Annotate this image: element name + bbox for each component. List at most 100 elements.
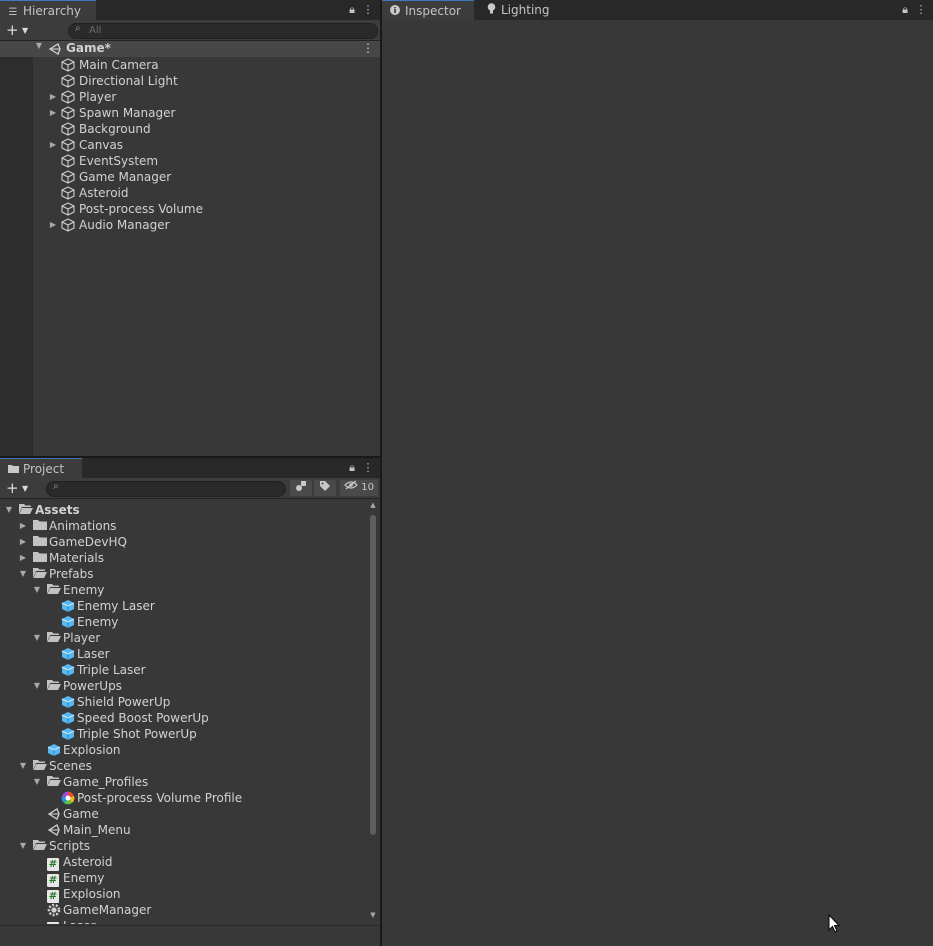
project-item-label: Animations [49, 519, 117, 533]
project-tree-item[interactable]: ▼ Scripts [0, 838, 366, 854]
gameobject-cube-icon [61, 58, 75, 72]
hierarchy-item[interactable]: EventSystem [0, 153, 380, 169]
collapse-arrow-icon[interactable]: ▼ [32, 774, 42, 790]
hierarchy-item[interactable]: ▶ Canvas [0, 137, 380, 153]
project-tree-item[interactable]: Shield PowerUp [0, 694, 366, 710]
expand-arrow-icon[interactable]: ▶ [48, 89, 58, 105]
project-tree-item[interactable]: ▶ Animations [0, 518, 366, 534]
project-item-label: Prefabs [49, 567, 94, 581]
folder-open-icon [47, 631, 61, 645]
project-tree-item[interactable]: # Explosion [0, 886, 366, 903]
hierarchy-item[interactable]: Main Camera [0, 57, 380, 73]
project-tree-item[interactable]: Triple Laser [0, 662, 366, 678]
folder-icon [33, 535, 47, 549]
project-item-label: Asteroid [63, 855, 113, 869]
prefab-cube-icon [47, 743, 61, 757]
tab-hierarchy[interactable]: ☰ Hierarchy [0, 0, 96, 20]
collapse-arrow-icon[interactable]: ▼ [18, 566, 28, 582]
hierarchy-item[interactable]: Post-process Volume [0, 201, 380, 217]
hierarchy-item[interactable]: ▶ Spawn Manager [0, 105, 380, 121]
csharp-script-icon: # [47, 858, 59, 871]
hierarchy-item[interactable]: ▶ Player [0, 89, 380, 105]
prefab-cube-icon [61, 647, 75, 661]
hierarchy-item[interactable]: ▶ Audio Manager [0, 217, 380, 233]
prefab-cube-icon [61, 695, 75, 709]
expand-arrow-icon[interactable]: ▶ [18, 550, 28, 566]
project-tree-item[interactable]: ▼ Player [0, 630, 366, 646]
hierarchy-tab-actions: 🔒︎ ⋮ [344, 0, 376, 20]
project-tree-item[interactable]: ▼ Assets [0, 502, 366, 518]
project-tree-item[interactable]: ▶ GameDevHQ [0, 534, 366, 550]
hierarchy-item-label: Main Camera [79, 58, 159, 72]
tab-lighting[interactable]: Lighting [478, 0, 558, 20]
prefab-cube-icon [61, 599, 75, 613]
hierarchy-panel: ☰ Hierarchy 🔒︎ ⋮ + ▼ ⌕ All ▼ Game* ⋮ Main C… [0, 0, 380, 456]
project-tree-item[interactable]: ▼ Game_Profiles [0, 774, 366, 790]
lock-icon[interactable]: 🔒︎ [897, 0, 913, 20]
folder-open-icon [33, 759, 47, 773]
project-tree-item[interactable]: # Enemy [0, 870, 366, 887]
scrollbar-thumb[interactable] [370, 515, 376, 835]
expand-arrow-icon[interactable]: ▶ [48, 137, 58, 153]
project-tree-item[interactable]: Triple Shot PowerUp [0, 726, 366, 742]
project-item-label: Laser [77, 647, 110, 661]
expand-arrow-icon[interactable]: ▼ [34, 41, 44, 50]
folder-open-icon [47, 583, 61, 597]
kebab-menu-icon[interactable]: ⋮ [360, 0, 376, 20]
expand-arrow-icon[interactable]: ▶ [48, 217, 58, 233]
project-item-label: GameManager [63, 903, 152, 917]
tab-inspector[interactable]: Inspector [382, 0, 474, 20]
gear-icon [47, 903, 61, 917]
project-tree-item[interactable]: Enemy Laser [0, 598, 366, 614]
project-tree-item[interactable]: Speed Boost PowerUp [0, 710, 366, 726]
scene-menu-icon[interactable]: ⋮ [362, 41, 374, 55]
collapse-arrow-icon[interactable]: ▼ [18, 838, 28, 854]
project-scrollbar[interactable]: ▲ ▼ [368, 499, 378, 924]
project-tree-item[interactable]: Main_Menu [0, 822, 366, 838]
hierarchy-item[interactable]: Asteroid [0, 185, 380, 201]
lock-icon[interactable]: 🔒︎ [344, 0, 360, 20]
hierarchy-item[interactable]: Background [0, 121, 380, 137]
expand-arrow-icon[interactable]: ▶ [18, 518, 28, 534]
create-dropdown-button[interactable]: + ▼ [6, 21, 34, 39]
project-tree-item[interactable]: ▼ Scenes [0, 758, 366, 774]
gameobject-cube-icon [61, 90, 75, 104]
search-placeholder: All [89, 25, 102, 36]
project-tree-item[interactable]: Game [0, 806, 366, 822]
project-tree-item[interactable]: # Asteroid [0, 854, 366, 871]
project-item-label: Speed Boost PowerUp [77, 711, 209, 725]
hierarchy-search-input[interactable]: ⌕ All [68, 23, 378, 39]
project-tree-item[interactable]: GameManager [0, 902, 366, 918]
project-tree-item[interactable]: ▼ Prefabs [0, 566, 366, 582]
project-tree-item[interactable]: Post-process Volume Profile [0, 790, 366, 806]
folder-open-icon [47, 679, 61, 693]
kebab-menu-icon[interactable]: ⋮ [913, 0, 929, 20]
scene-header-row[interactable]: ▼ Game* ⋮ [0, 41, 380, 57]
collapse-arrow-icon[interactable]: ▼ [18, 758, 28, 774]
collapse-arrow-icon[interactable]: ▼ [32, 582, 42, 598]
project-tree-item[interactable]: ▶ Materials [0, 550, 366, 566]
collapse-arrow-icon[interactable]: ▼ [32, 678, 42, 694]
hierarchy-item-label: EventSystem [79, 154, 159, 168]
project-tree-item[interactable]: Enemy [0, 614, 366, 630]
collapse-arrow-icon[interactable]: ▼ [32, 630, 42, 646]
collapse-arrow-icon[interactable]: ▼ [4, 502, 14, 518]
prefab-cube-icon [61, 727, 75, 741]
hierarchy-item[interactable]: Directional Light [0, 73, 380, 89]
expand-arrow-icon[interactable]: ▶ [48, 105, 58, 121]
project-status-bar [0, 925, 380, 946]
project-tree-item[interactable]: #Laser [0, 918, 366, 924]
scroll-down-icon[interactable]: ▼ [368, 911, 378, 919]
scroll-up-icon[interactable]: ▲ [368, 501, 378, 509]
project-item-label: Laser [63, 918, 96, 924]
project-tree-item[interactable]: ▼ PowerUps [0, 678, 366, 694]
hierarchy-item[interactable]: Game Manager [0, 169, 380, 185]
hierarchy-item-label: Audio Manager [79, 218, 170, 232]
project-tree-item[interactable]: Explosion [0, 742, 366, 758]
project-tree-item[interactable]: ▼ Enemy [0, 582, 366, 598]
lightbulb-icon [484, 2, 498, 22]
project-tree-item[interactable]: Laser [0, 646, 366, 662]
expand-arrow-icon[interactable]: ▶ [18, 534, 28, 550]
project-item-label: Shield PowerUp [77, 695, 171, 709]
scene-name: Game* [66, 41, 111, 55]
